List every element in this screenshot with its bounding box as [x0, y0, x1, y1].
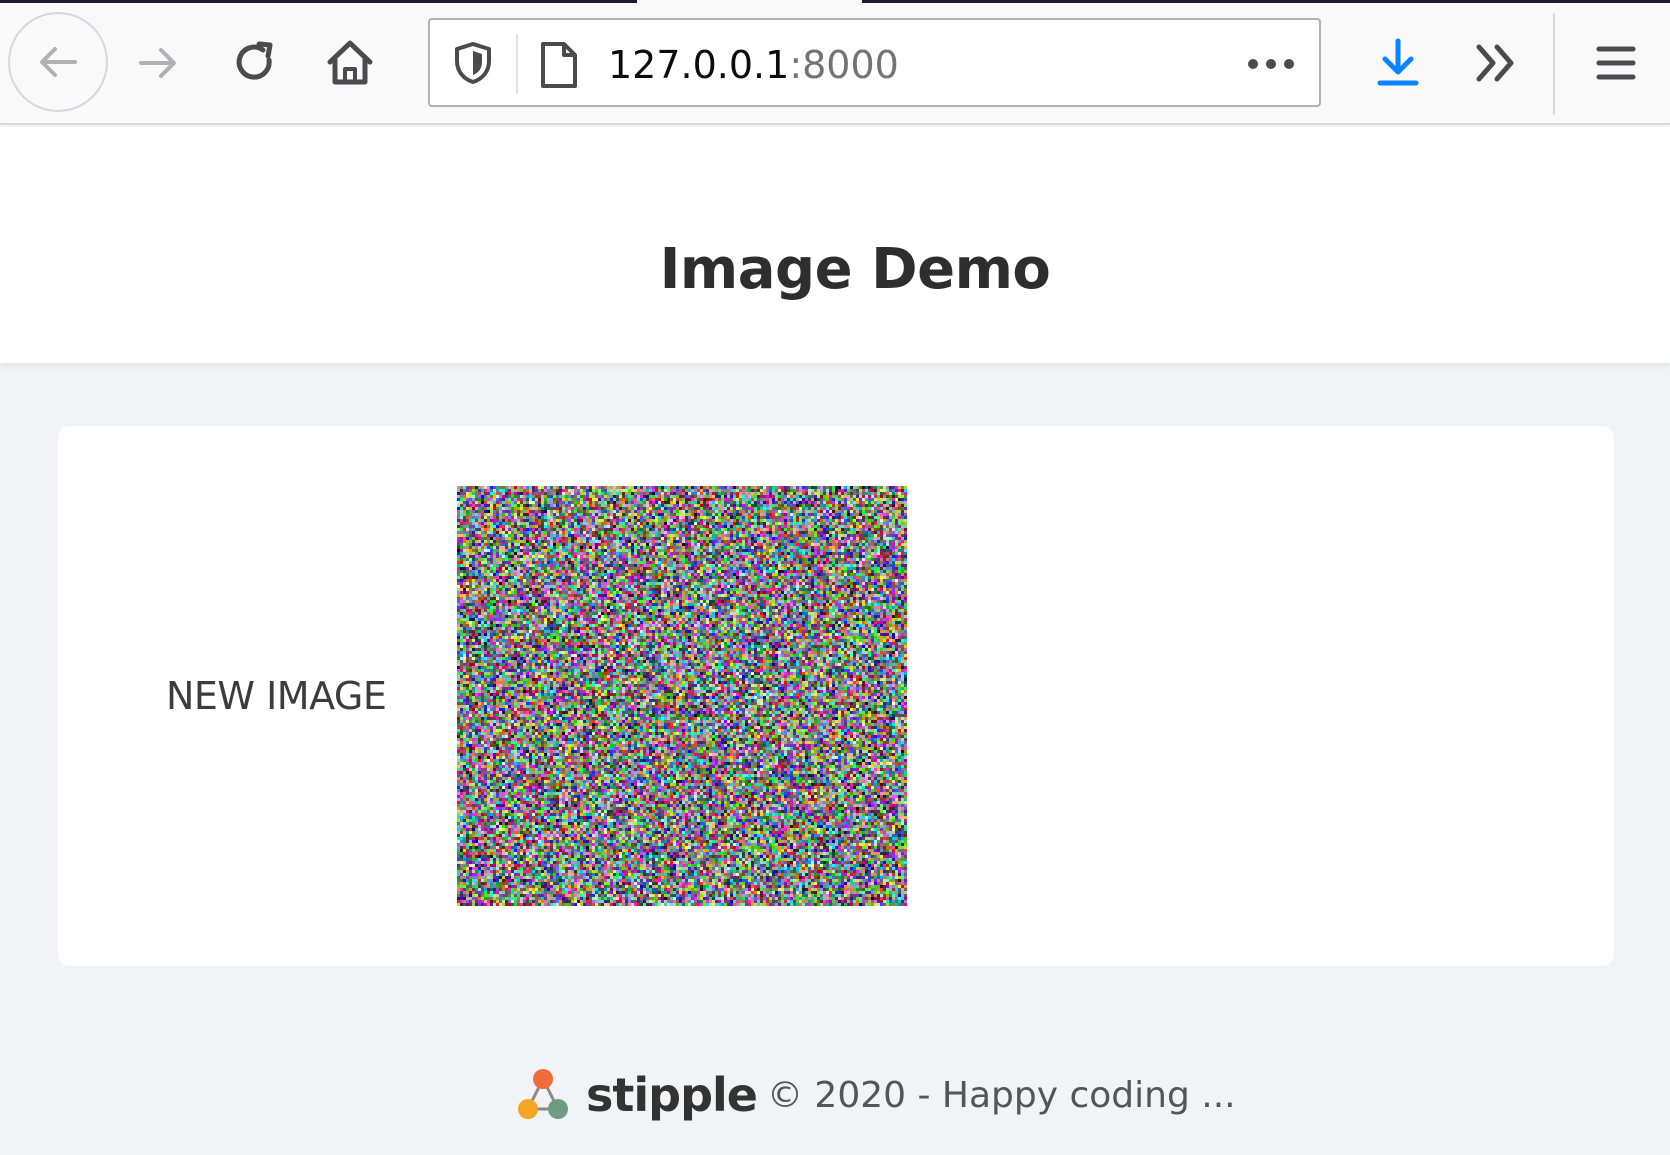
overflow-chevrons-icon [1476, 44, 1514, 82]
site-identity-button[interactable] [536, 38, 582, 92]
image-label: NEW IMAGE [166, 674, 387, 718]
download-icon [1377, 38, 1419, 86]
url-bar-divider [516, 34, 518, 94]
reload-icon [236, 41, 273, 80]
back-arrow-icon [40, 47, 77, 77]
downloads-button[interactable] [1358, 23, 1438, 103]
forward-button[interactable] [118, 23, 198, 103]
home-icon [327, 40, 373, 85]
brand-name: stipple [586, 1068, 758, 1122]
stipple-logo-icon [518, 1069, 568, 1119]
page-header: Image Demo [0, 127, 1670, 363]
toolbar-separator [1553, 13, 1555, 115]
url-bar[interactable]: 127.0.0.1:8000 [428, 18, 1321, 107]
page-icon [541, 42, 577, 88]
page-actions-button[interactable] [1243, 44, 1299, 84]
random-noise-image [457, 486, 907, 906]
hamburger-menu-icon [1596, 46, 1636, 80]
url-host: 127.0.0.1 [608, 43, 790, 87]
overflow-menu-button[interactable] [1456, 23, 1536, 103]
url-port: :8000 [789, 43, 899, 87]
image-card: NEW IMAGE [58, 426, 1614, 966]
url-text[interactable]: 127.0.0.1:8000 [608, 40, 899, 90]
home-button[interactable] [310, 23, 390, 103]
footer: stipple © 2020 - Happy coding ... [0, 1060, 1670, 1130]
back-button[interactable] [8, 12, 108, 112]
copyright-text: © 2020 - Happy coding ... [766, 1074, 1236, 1116]
browser-toolbar: 127.0.0.1:8000 [0, 3, 1670, 125]
reload-button[interactable] [215, 23, 295, 103]
page-actions-ellipsis-icon [1248, 59, 1294, 69]
page-title: Image Demo [659, 237, 1051, 302]
app-menu-button[interactable] [1576, 23, 1656, 103]
footer-content: stipple © 2020 - Happy coding ... [514, 1060, 1236, 1130]
tracking-protection-shield-icon [455, 42, 491, 84]
tracking-protection-button[interactable] [450, 40, 496, 86]
forward-arrow-icon [139, 48, 176, 78]
